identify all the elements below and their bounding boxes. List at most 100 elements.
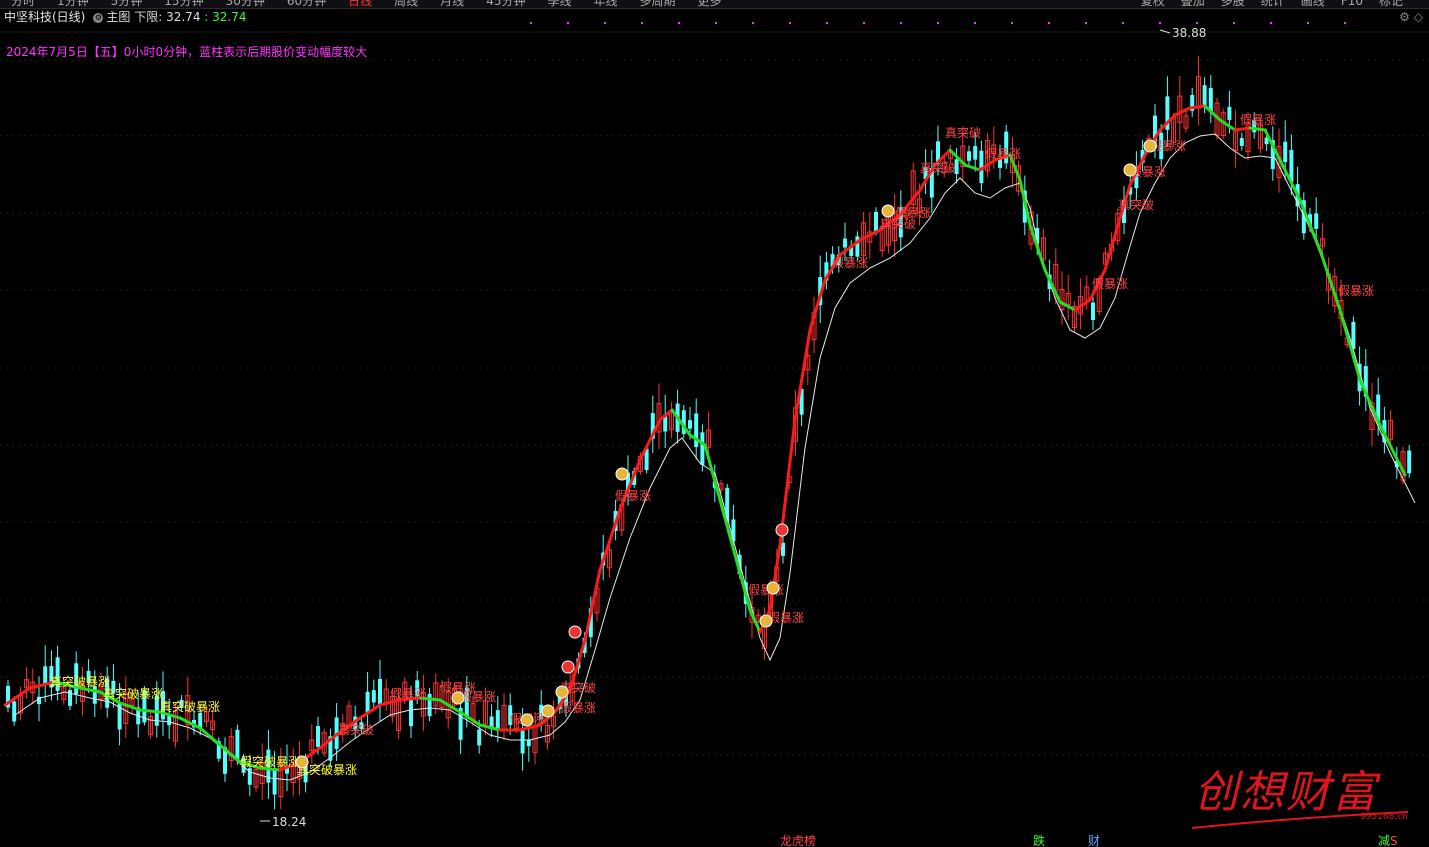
signal-label: 真突破	[920, 160, 956, 175]
trend-line-segment	[808, 278, 827, 332]
money-bag-icon	[1143, 139, 1157, 153]
signal-dot	[1270, 22, 1272, 24]
money-bag-icon	[520, 713, 534, 727]
candle-body	[43, 666, 48, 685]
signal-dot	[604, 22, 606, 24]
signal-label: 假暴涨	[895, 205, 931, 220]
trend-line-segment	[638, 418, 662, 462]
trend-line-segment	[458, 710, 482, 727]
signal-label: 真突破	[945, 125, 981, 140]
candle-body	[526, 740, 531, 747]
trend-line-segment	[1103, 223, 1120, 272]
signal-dot	[530, 22, 532, 24]
ball-icon	[775, 523, 789, 537]
candle-body	[694, 413, 699, 447]
candle-body	[731, 519, 736, 542]
trend-line-segment	[670, 408, 692, 437]
signal-dot	[1196, 22, 1198, 24]
bottom-marker: 龙虎榜	[780, 833, 816, 847]
signal-dot	[678, 22, 680, 24]
bottom-marker: 跌	[1033, 833, 1045, 847]
trend-line-segment	[1233, 126, 1252, 132]
candle-body	[1283, 141, 1288, 162]
signal-label: 假暴涨	[985, 146, 1021, 161]
signal-label: 真突破	[338, 722, 374, 737]
candle-body	[967, 151, 971, 161]
candle-body	[874, 211, 878, 232]
trend-line-segment	[1218, 118, 1237, 132]
candle-body	[700, 432, 705, 465]
signal-label: 假暴涨	[560, 700, 596, 715]
candle-body	[477, 729, 482, 746]
candle-body	[235, 729, 240, 761]
signal-dot	[826, 22, 828, 24]
candle-body	[409, 699, 413, 727]
signal-label: 真突破暴涨	[50, 674, 110, 689]
signal-dot	[1233, 22, 1235, 24]
candle-body	[272, 768, 277, 795]
signal-label: 真突破	[1118, 197, 1154, 212]
bottom-marker: S	[1390, 834, 1398, 847]
money-bag-icon	[451, 691, 465, 705]
signal-dot	[863, 22, 865, 24]
signal-label: 假暴涨	[1092, 276, 1128, 291]
money-bag-icon	[766, 581, 780, 595]
money-bag-icon	[541, 704, 555, 718]
candle-body	[371, 690, 376, 703]
candle-body	[427, 693, 432, 717]
candle-body	[1239, 138, 1244, 146]
trend-line-segment	[1173, 106, 1192, 117]
signal-dot	[1048, 22, 1050, 24]
signal-dot	[789, 22, 791, 24]
candle-body	[843, 238, 847, 248]
trend-line-segment	[963, 163, 982, 172]
signal-dot	[974, 22, 976, 24]
money-bag-icon	[295, 755, 309, 769]
trend-line-segment	[1338, 308, 1362, 382]
signal-label: 假暴涨	[460, 689, 496, 704]
signal-label: 假突破暴涨	[240, 754, 300, 769]
trend-line-segment	[358, 703, 382, 720]
signal-dot	[1122, 22, 1124, 24]
candle-body	[1227, 106, 1232, 121]
candle-body	[688, 420, 692, 429]
signal-dot	[641, 22, 643, 24]
signal-dot	[1344, 22, 1346, 24]
money-bag-icon	[759, 614, 773, 628]
candle-body	[1314, 213, 1319, 229]
signal-dot	[900, 22, 902, 24]
signal-label: 假暴涨	[768, 610, 804, 625]
trend-line-segment	[1188, 104, 1207, 110]
high-price-marker: 38.88	[1172, 26, 1206, 40]
low-price-marker: 18.24	[272, 815, 306, 829]
signal-label: 假暴涨	[1240, 112, 1276, 127]
candle-body	[973, 146, 978, 160]
signal-dot	[715, 22, 717, 24]
candle-body	[781, 542, 785, 556]
candle-body	[365, 691, 370, 714]
watermark-url: 995168.cn	[1360, 812, 1408, 822]
candle-body	[378, 678, 382, 706]
base-line	[14, 133, 1416, 781]
candle-body	[489, 716, 494, 727]
trend-line-segment	[1248, 126, 1267, 132]
candle-body	[12, 701, 17, 722]
signal-dot	[1011, 22, 1013, 24]
signal-dot	[1085, 22, 1087, 24]
signal-label: 假暴涨	[1338, 283, 1374, 298]
signal-label: 假暴涨	[832, 255, 868, 270]
money-bag-icon	[555, 685, 569, 699]
ball-icon	[561, 660, 575, 674]
kline-chart[interactable]: 真突破暴涨真突破暴涨真突破暴涨假突破暴涨真突破暴涨真突破假暴涨假暴涨假暴涨假暴涨…	[0, 0, 1429, 847]
bottom-marker: 财	[1088, 834, 1100, 847]
signal-dot	[567, 22, 569, 24]
candle-body	[1202, 85, 1207, 107]
ball-icon	[568, 625, 582, 639]
signal-dot	[1307, 22, 1309, 24]
watermark-logo: 创想财富 995168.cn	[1188, 756, 1408, 834]
money-bag-icon	[615, 467, 629, 481]
watermark-text: 创想财富	[1194, 767, 1378, 818]
signal-label: 真突破暴涨	[160, 699, 220, 714]
money-bag-icon	[881, 204, 895, 218]
signal-dot	[1159, 22, 1161, 24]
